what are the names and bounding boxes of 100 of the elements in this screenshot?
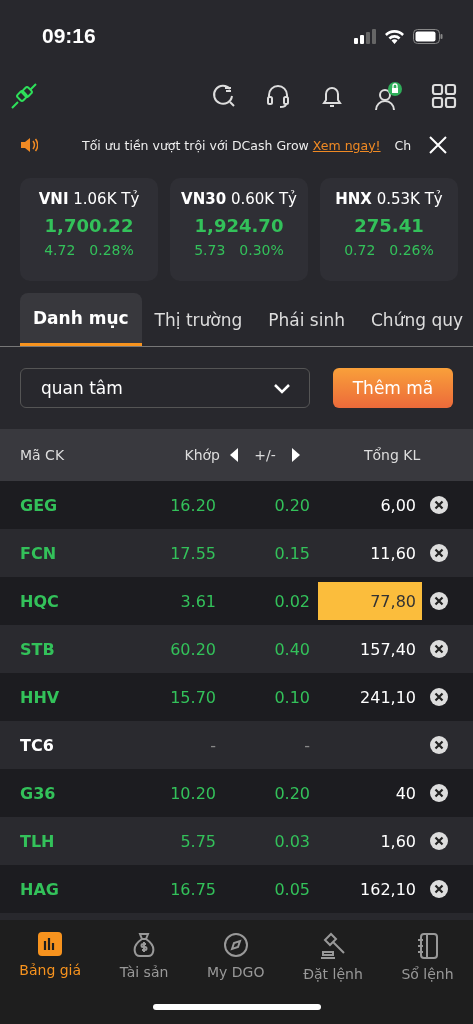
index-card[interactable]: VNI 1.06K Tỷ 1,700.22 4.72 0.28% [20,178,158,281]
volume-cell-text: 40 [394,782,417,805]
index-value: 275.41 [354,215,424,236]
notebook-icon [415,932,440,960]
volume-cell-text: 1,60 [379,830,417,853]
index-card[interactable]: VN30 0.60K Tỷ 1,924.70 5.73 0.30% [170,178,308,281]
price-cell-text: 10.20 [169,783,216,803]
symbol-cell[interactable]: STB [20,639,130,659]
user-lock-icon[interactable] [373,81,403,111]
watchlist-dropdown[interactable]: quan tâm [20,368,310,408]
remove-icon[interactable] [430,784,448,802]
index-name: VN30 0.60K Tỷ [181,190,297,208]
remove-icon[interactable] [430,544,448,562]
volume-cell-text: 162,10 [359,878,417,901]
tab[interactable]: Thị trường [141,293,256,346]
nav-tab[interactable]: Đặt lệnh [303,932,363,982]
index-percent: 0.30% [239,242,284,258]
nav-tab[interactable]: Tài sản [119,932,169,982]
symbol-cell[interactable]: HHV [20,687,130,707]
left-triangle-icon[interactable] [230,448,239,462]
symbol-cell[interactable]: HAG [20,879,130,899]
column-header[interactable]: Tổng KL [364,447,421,463]
search-icon[interactable] [211,83,237,109]
index-name: VNI 1.06K Tỷ [38,190,140,208]
change-cell-text: 0.02 [273,591,310,611]
symbol-cell[interactable]: TC6 [20,735,130,755]
see-now-link[interactable]: Xem ngay! [312,137,381,153]
nav-label: Đặt lệnh [303,966,363,982]
remove-icon[interactable] [430,688,448,706]
battery-icon [413,28,443,44]
index-value: 1,924.70 [194,215,284,236]
symbol-cell[interactable]: TLH [20,831,130,851]
remove-icon[interactable] [430,736,448,754]
close-icon[interactable] [429,136,447,154]
price-cell-text: - [209,735,216,755]
column-header[interactable]: +/- [247,447,283,463]
price-cell-text: 17.55 [169,543,216,563]
gavel-icon [318,932,347,960]
nav-tab[interactable]: Sổ lệnh [401,932,454,982]
change-cell-text: 0.03 [273,831,310,851]
announcement-text: Ch [394,137,413,153]
price-cell-text: 3.61 [179,591,216,611]
nav-label: Tài sản [119,964,169,980]
remove-icon[interactable] [430,880,448,898]
index-change: 0.72 [344,242,376,258]
index-value: 1,700.22 [44,215,134,236]
price-cell-text: 16.75 [169,879,216,899]
tab[interactable]: Chứng quy [358,293,473,346]
index-change: 5.73 [194,242,226,258]
headset-icon[interactable] [265,83,291,109]
right-triangle-icon[interactable] [291,448,300,462]
plug-icon[interactable] [10,82,38,110]
grid-menu-icon[interactable] [431,83,457,109]
change-cell-text: 0.20 [273,495,310,515]
price-cell-text: 15.70 [169,687,216,707]
column-header[interactable]: Khớp [150,447,220,463]
index-card[interactable]: HNX 0.53K Tỷ 275.41 0.72 0.26% [320,178,458,281]
change-cell-text: - [303,735,310,755]
volume-cell-text: 6,00 [379,494,417,517]
price-cell-text: 16.20 [169,495,216,515]
volume-cell-text: 241,10 [359,686,417,709]
wifi-icon [384,28,405,44]
nav-tab[interactable]: My DGO [207,932,265,982]
price-cell-text: 60.20 [169,639,216,659]
index-name: HNX 0.53K Tỷ [335,190,443,208]
remove-icon[interactable] [430,832,448,850]
remove-icon[interactable] [430,496,448,514]
volume-cell-text: 11,60 [369,542,417,565]
change-cell-text: 0.40 [273,639,310,659]
index-change: 4.72 [44,242,76,258]
volume-cell: 77,80 [318,582,422,620]
remove-icon[interactable] [430,592,448,610]
tab[interactable]: Danh mục [20,293,142,346]
change-cell-text: 0.15 [273,543,310,563]
remove-icon[interactable] [430,640,448,658]
change-cell-text: 0.05 [273,879,310,899]
symbol-cell[interactable]: HQC [20,591,130,611]
column-header[interactable]: Mã CK [20,447,150,463]
chevron-down-icon [273,382,291,394]
volume-cell-text: 157,40 [359,638,417,661]
symbol-cell[interactable]: FCN [20,543,130,563]
tab[interactable]: Phái sinh [255,293,358,346]
nav-label: Bảng giá [19,962,82,978]
index-percent: 0.26% [389,242,434,258]
nav-label: Sổ lệnh [401,966,454,982]
symbol-cell[interactable]: GEG [20,495,130,515]
status-time: 09:16 [42,24,96,48]
nav-tab[interactable]: Bảng giá [19,932,82,982]
nav-label: My DGO [207,964,265,980]
compass-icon [222,932,249,958]
change-cell-text: 0.10 [273,687,310,707]
bar-chart-icon [38,932,63,956]
signal-icon [354,28,376,44]
symbol-cell[interactable]: G36 [20,783,130,803]
announcement-text: Tối ưu tiền vượt trội với DCash Grow Xem ngay! [82,137,381,153]
change-cell-text: 0.20 [273,783,310,803]
index-percent: 0.28% [89,242,134,258]
money-bag-icon [132,932,157,958]
price-cell-text: 5.75 [179,831,216,851]
speaker-icon [20,137,38,153]
